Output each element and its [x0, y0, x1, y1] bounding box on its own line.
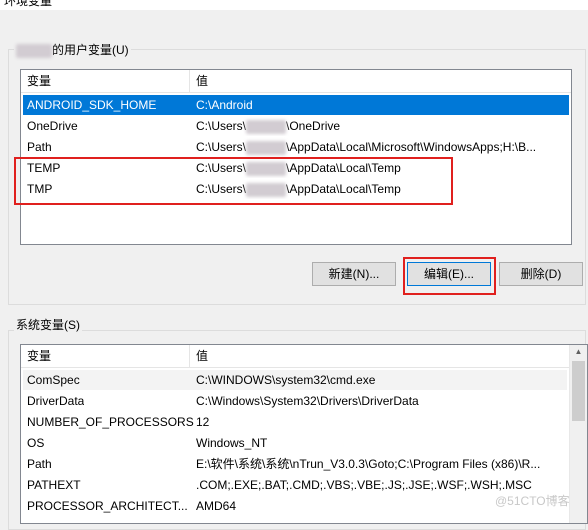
watermark: @51CTO博客 [495, 494, 570, 508]
column-header-variable[interactable]: 变量 [21, 345, 190, 367]
variable-name: OneDrive [27, 119, 78, 133]
variable-value: C:\Users\ \AppData\Local\Temp [196, 161, 401, 176]
window-title: 环境变量 [0, 0, 588, 10]
column-header-variable[interactable]: 变量 [21, 70, 190, 92]
variable-name: TMP [27, 182, 53, 196]
new-button[interactable]: 新建(N)... [312, 262, 396, 286]
variable-name: Path [27, 457, 52, 471]
column-header-value[interactable]: 值 [190, 345, 570, 367]
column-header-value[interactable]: 值 [190, 70, 570, 92]
variable-name: DriverData [27, 394, 85, 408]
system-variables-legend: 系统变量(S) [14, 318, 82, 332]
system-row-comspec[interactable]: ComSpec C:\WINDOWS\system32\cmd.exe [23, 370, 567, 390]
variable-value: C:\Users\ \OneDrive [196, 119, 341, 134]
system-row-pathext[interactable]: PATHEXT .COM;.EXE;.BAT;.CMD;.VBS;.VBE;.J… [23, 475, 567, 495]
variable-name: PATHEXT [27, 478, 81, 492]
redacted-username [246, 119, 287, 134]
variable-value: C:\Android [196, 98, 253, 112]
system-row-os[interactable]: OS Windows_NT [23, 433, 567, 453]
variable-name: PROCESSOR_ARCHITECT... [27, 499, 187, 513]
variable-value: E:\软件\系统\系统\nTrun_V3.0.3\Goto;C:\Program… [196, 457, 541, 471]
variable-value: C:\Windows\System32\Drivers\DriverData [196, 394, 419, 408]
variable-name: ANDROID_SDK_HOME [27, 98, 157, 112]
variable-value: 12 [196, 415, 210, 429]
user-row-temp[interactable]: TEMP C:\Users\ \AppData\Local\Temp [23, 158, 569, 178]
variable-name: OS [27, 436, 45, 450]
variable-value: AMD64 [196, 499, 237, 513]
variable-name: TEMP [27, 161, 61, 175]
user-row-path[interactable]: Path C:\Users\ \AppData\Local\Microsoft\W… [23, 137, 569, 157]
user-variables-legend: 的用户变量(U) [14, 43, 131, 58]
system-row-processor-architecture[interactable]: PROCESSOR_ARCHITECT... AMD64 [23, 496, 567, 516]
system-list-scrollbar[interactable]: ▲ [569, 345, 587, 523]
variable-name: ComSpec [27, 373, 80, 387]
variable-name: NUMBER_OF_PROCESSORS [27, 415, 194, 429]
system-list-header: 变量 值 [21, 345, 569, 368]
variable-value: C:\Users\ \AppData\Local\Temp [196, 182, 401, 197]
system-row-path[interactable]: Path E:\软件\系统\系统\nTrun_V3.0.3\Goto;C:\Pr… [23, 454, 567, 474]
variable-value: C:\Users\ \AppData\Local\Microsoft\Window… [196, 140, 537, 155]
redacted-username [246, 161, 287, 176]
redacted-username [16, 43, 52, 58]
user-list-header: 变量 值 [21, 70, 571, 93]
variable-value: C:\WINDOWS\system32\cmd.exe [196, 373, 376, 387]
variable-name: Path [27, 140, 52, 154]
system-row-number-of-processors[interactable]: NUMBER_OF_PROCESSORS 12 [23, 412, 567, 432]
variable-value: .COM;.EXE;.BAT;.CMD;.VBS;.VBE;.JS;.JSE;.… [196, 478, 532, 492]
redacted-username [246, 140, 287, 155]
user-row-onedrive[interactable]: OneDrive C:\Users\ \OneDrive [23, 116, 569, 136]
variable-value: Windows_NT [196, 436, 268, 450]
user-variables-list[interactable]: 变量 值 ANDROID_SDK_HOME C:\Android OneDriv… [20, 69, 572, 245]
edit-button[interactable]: 编辑(E)... [407, 262, 491, 286]
delete-button[interactable]: 删除(D) [499, 262, 583, 286]
system-row-driverdata[interactable]: DriverData C:\Windows\System32\Drivers\D… [23, 391, 567, 411]
redacted-username [246, 182, 287, 197]
scroll-up-arrow-icon[interactable]: ▲ [570, 345, 587, 359]
user-row-tmp[interactable]: TMP C:\Users\ \AppData\Local\Temp [23, 179, 569, 199]
scrollbar-thumb[interactable] [572, 361, 585, 421]
user-row-android-sdk-home[interactable]: ANDROID_SDK_HOME C:\Android [23, 95, 569, 115]
